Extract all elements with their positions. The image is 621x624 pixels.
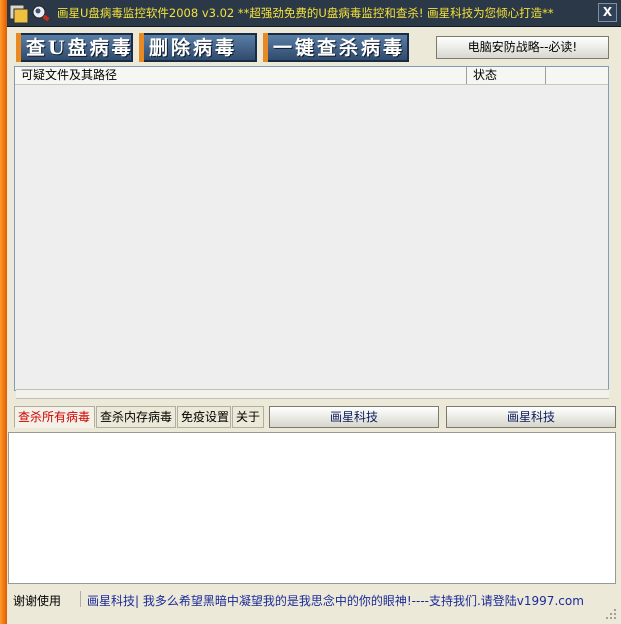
app-logo-icon [9,4,50,24]
log-panel[interactable] [8,432,616,584]
scan-usb-button[interactable]: 查U盘病毒 [16,33,133,62]
column-header-status[interactable]: 状态 [467,67,546,84]
results-list-header: 可疑文件及其路径 状态 [15,67,608,85]
status-separator [80,591,81,607]
huaxing-link-button-1[interactable]: 画星科技 [269,406,439,428]
column-header-path[interactable]: 可疑文件及其路径 [15,67,467,84]
results-list[interactable]: 可疑文件及其路径 状态 [14,66,609,391]
one-click-kill-label: 一键查杀病毒 [273,37,406,59]
status-bar: 谢谢使用 画星科技| 我多么希望黑暗中凝望我的是我思念中的你的眼神!----支持… [7,589,621,609]
app-window: 画星U盘病毒监控软件2008 v3.02 **超强劲免费的U盘病毒监控和查杀! … [0,0,621,624]
status-message: 画星科技| 我多么希望黑暗中凝望我的是我思念中的你的眼神!----支持我们.请登… [87,594,584,608]
resize-grip-icon[interactable] [605,608,617,620]
one-click-kill-button[interactable]: 一键查杀病毒 [263,33,409,62]
tab-immunity-settings[interactable]: 免疫设置 [177,406,231,428]
button-accent [16,33,21,62]
tab-kill-memory-viruses[interactable]: 查杀内存病毒 [96,406,176,428]
window-left-accent [0,0,7,624]
security-tips-button[interactable]: 电脑安防战略--必读! [436,36,609,59]
tab-kill-all-viruses[interactable]: 查杀所有病毒 [14,406,95,428]
close-button[interactable]: X [598,3,617,22]
title-bar[interactable]: 画星U盘病毒监控软件2008 v3.02 **超强劲免费的U盘病毒监控和查杀! … [7,0,621,27]
delete-virus-button[interactable]: 删除病毒 [139,33,257,62]
delete-virus-label: 删除病毒 [149,37,238,59]
window-title: 画星U盘病毒监控软件2008 v3.02 **超强劲免费的U盘病毒监控和查杀! … [57,6,554,20]
button-accent [263,33,268,62]
tab-about[interactable]: 关于 [232,406,264,428]
status-thanks: 谢谢使用 [13,594,62,608]
huaxing-link-button-2[interactable]: 画星科技 [446,406,616,428]
button-accent [139,33,144,62]
scan-usb-label: 查U盘病毒 [26,37,134,59]
horizontal-scrollbar[interactable] [16,389,609,399]
column-header-empty[interactable] [546,67,608,84]
